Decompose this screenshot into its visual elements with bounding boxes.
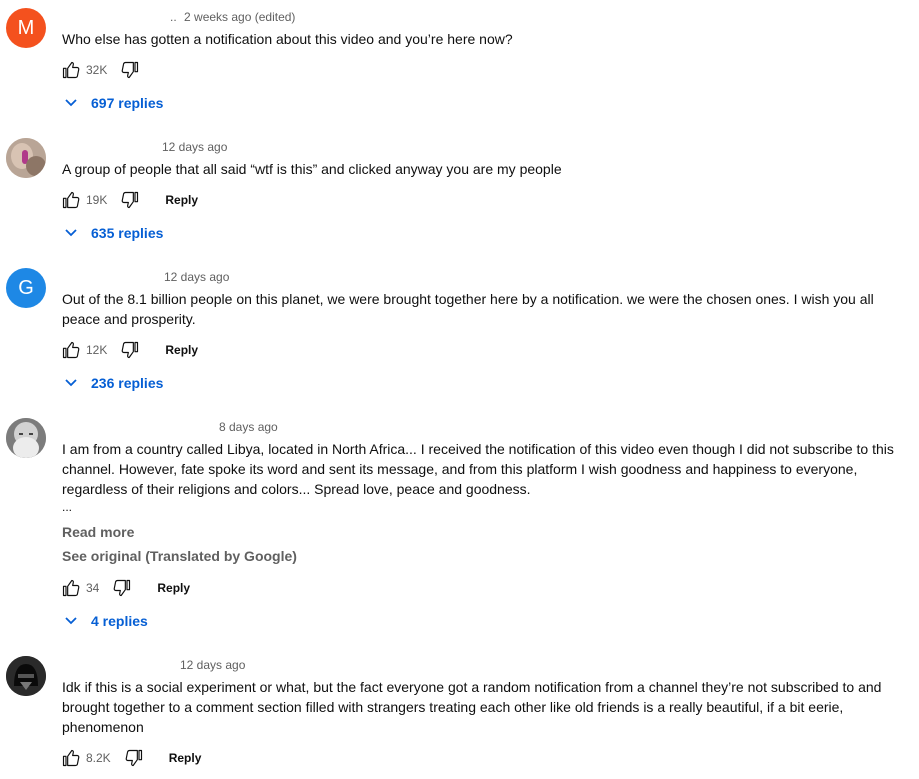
comment-actions: 32K: [60, 58, 141, 82]
read-more-button[interactable]: Read more: [62, 524, 134, 540]
replies-toggle-button[interactable]: 635 replies: [64, 221, 163, 245]
reply-button[interactable]: Reply: [157, 581, 190, 595]
comment-actions: 34 Reply: [60, 576, 190, 600]
comment-header: 8 days ago: [219, 420, 278, 434]
reply-button[interactable]: Reply: [165, 343, 198, 357]
like-count: 8.2K: [86, 751, 111, 765]
replies-label: 697 replies: [91, 95, 164, 111]
reply-button[interactable]: Reply: [169, 751, 202, 765]
comment-actions: 8.2K Reply: [60, 746, 201, 770]
comment-timestamp[interactable]: 12 days ago: [162, 140, 227, 154]
avatar[interactable]: G: [6, 268, 46, 308]
thumbs-down-icon[interactable]: [119, 339, 141, 361]
text-truncation-ellipsis: ...: [62, 500, 73, 514]
like-count: 12K: [86, 343, 108, 357]
like-count: 32K: [86, 63, 108, 77]
replies-toggle-button[interactable]: 4 replies: [64, 609, 148, 633]
thumbs-down-icon[interactable]: [119, 59, 141, 81]
comment-actions: 19K Reply: [60, 188, 198, 212]
thumbs-down-icon[interactable]: [119, 189, 141, 211]
comment-text: Who else has gotten a notification about…: [62, 31, 513, 47]
comment-header: 12 days ago: [180, 658, 245, 672]
comment-header: .. 2 weeks ago (edited): [170, 10, 295, 24]
thumbs-up-icon[interactable]: [60, 189, 82, 211]
like-count: 34: [86, 581, 100, 595]
comment-text: Idk if this is a social experiment or wh…: [62, 679, 882, 735]
comment-timestamp[interactable]: 12 days ago: [164, 270, 229, 284]
comment-timestamp[interactable]: 12 days ago: [180, 658, 245, 672]
thumbs-up-icon[interactable]: [60, 577, 82, 599]
replies-toggle-button[interactable]: 236 replies: [64, 371, 163, 395]
old-man-photo-avatar[interactable]: [6, 418, 46, 458]
helmet-photo-avatar[interactable]: [6, 656, 46, 696]
reply-button[interactable]: Reply: [165, 193, 198, 207]
photo-avatar[interactable]: [6, 138, 46, 178]
thumbs-up-icon[interactable]: [60, 59, 82, 81]
chevron-down-icon: [64, 616, 78, 626]
replies-label: 635 replies: [91, 225, 164, 241]
avatar[interactable]: M: [6, 8, 46, 48]
chevron-down-icon: [64, 378, 78, 388]
thumbs-down-icon[interactable]: [123, 747, 145, 769]
comment-header: 12 days ago: [164, 270, 229, 284]
replies-label: 236 replies: [91, 375, 164, 391]
replies-toggle-button[interactable]: 697 replies: [64, 91, 163, 115]
comment-text: Out of the 8.1 billion people on this pl…: [62, 291, 874, 327]
thumbs-down-icon[interactable]: [111, 577, 133, 599]
comment-text: A group of people that all said “wtf is …: [62, 161, 562, 177]
comment-header: 12 days ago: [162, 140, 227, 154]
like-count: 19K: [86, 193, 108, 207]
chevron-down-icon: [64, 98, 78, 108]
comment-timestamp[interactable]: 2 weeks ago (edited): [184, 10, 295, 24]
comment-actions: 12K Reply: [60, 338, 198, 362]
replies-label: 4 replies: [91, 613, 148, 629]
comment-timestamp[interactable]: 8 days ago: [219, 420, 278, 434]
thumbs-up-icon[interactable]: [60, 339, 82, 361]
see-original-button[interactable]: See original (Translated by Google): [62, 548, 297, 564]
thumbs-up-icon[interactable]: [60, 747, 82, 769]
comment-text: I am from a country called Libya, locate…: [62, 441, 894, 497]
chevron-down-icon: [64, 228, 78, 238]
author-name-redacted[interactable]: ..: [170, 10, 177, 24]
